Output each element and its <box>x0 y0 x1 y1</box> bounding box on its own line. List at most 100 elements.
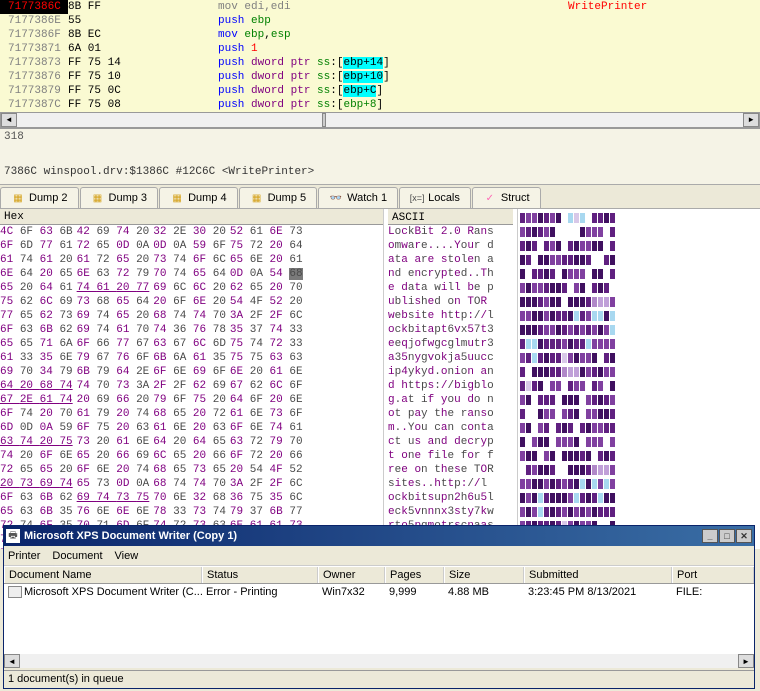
instruction: push dword ptr ss:[ebp+C] <box>218 84 568 98</box>
ascii-row[interactable]: omware....Your d <box>388 239 513 253</box>
hex-row[interactable]: 72 65 65 20 6F 6E 20 74 68 65 73 65 20 5… <box>0 463 383 477</box>
bitmap-row <box>518 239 638 253</box>
disassembly-panel: 7177386C8B FFmov edi,ediWritePrinter7177… <box>0 0 760 129</box>
hex-row[interactable]: 6E 64 20 65 6E 63 72 79 70 74 65 64 0D 0… <box>0 267 383 281</box>
hex-row[interactable]: 6F 63 6B 62 69 74 61 70 74 36 76 78 35 3… <box>0 323 383 337</box>
hex-row[interactable]: 77 65 62 73 69 74 65 20 68 74 74 70 3A 2… <box>0 309 383 323</box>
disasm-row[interactable]: 7177386E55push ebp <box>0 14 760 28</box>
ascii-text[interactable]: LockBit 2.0 Ransomware....Your data are … <box>388 225 513 549</box>
tab-label: Dump 5 <box>268 192 307 204</box>
bitmap-row <box>518 253 638 267</box>
ascii-row[interactable]: ockbitsupn2h6u5l <box>388 491 513 505</box>
col-submitted[interactable]: Submitted <box>524 567 672 583</box>
address: 71773876 <box>0 70 68 84</box>
hex-row[interactable]: 6D 0D 0A 59 6F 75 20 63 61 6E 20 63 6F 6… <box>0 421 383 435</box>
ascii-row[interactable]: m..You can conta <box>388 421 513 435</box>
ascii-row[interactable]: website http://l <box>388 309 513 323</box>
minimize-button[interactable]: _ <box>702 529 718 543</box>
hex-row[interactable]: 64 20 68 74 74 70 73 3A 2F 2F 62 69 67 6… <box>0 379 383 393</box>
job-list[interactable]: Microsoft XPS Document Writer (C... Erro… <box>4 584 754 654</box>
ascii-row[interactable]: ockbitapt6vx57t3 <box>388 323 513 337</box>
menu-view[interactable]: View <box>115 550 139 562</box>
col-document-name[interactable]: Document Name <box>4 567 202 583</box>
scroll-left-icon[interactable]: ◄ <box>1 113 17 127</box>
ascii-row[interactable]: ree on these TOR <box>388 463 513 477</box>
print-job-row[interactable]: Microsoft XPS Document Writer (C... Erro… <box>4 584 754 600</box>
ascii-row[interactable]: ublished on TOR <box>388 295 513 309</box>
hex-bytes[interactable]: 4C 6F 63 6B 42 69 74 20 32 2E 30 20 52 6… <box>0 225 383 549</box>
disasm-row[interactable]: 7177386C8B FFmov edi,ediWritePrinter <box>0 0 760 14</box>
bitmap-row <box>518 393 638 407</box>
job-list-scrollbar[interactable]: ◄ ► <box>4 654 754 670</box>
ascii-column-header: ASCII <box>388 209 513 225</box>
ascii-row[interactable]: ata are stolen a <box>388 253 513 267</box>
locals-icon: [x=] <box>410 191 424 205</box>
symbol-label: WritePrinter <box>568 0 760 14</box>
hex-row[interactable]: 61 74 61 20 61 72 65 20 73 74 6F 6C 65 6… <box>0 253 383 267</box>
hex-row[interactable]: 4C 6F 63 6B 42 69 74 20 32 2E 30 20 52 6… <box>0 225 383 239</box>
tab-dump-2[interactable]: ▦Dump 2 <box>0 187 79 208</box>
ascii-row[interactable]: ip4ykyd.onion an <box>388 365 513 379</box>
maximize-button[interactable]: □ <box>719 529 735 543</box>
scroll-right-icon[interactable]: ► <box>743 113 759 127</box>
tab-locals[interactable]: [x=]Locals <box>399 187 471 208</box>
hex-row[interactable]: 61 33 35 6E 79 67 76 6F 6B 6A 61 35 75 7… <box>0 351 383 365</box>
tab-struct[interactable]: ✓Struct <box>472 187 541 208</box>
scroll-thumb[interactable] <box>322 113 326 127</box>
titlebar[interactable]: 🖶 Microsoft XPS Document Writer (Copy 1)… <box>4 526 754 546</box>
tab-dump-5[interactable]: ▦Dump 5 <box>239 187 318 208</box>
hex-row[interactable]: 65 63 6B 35 76 6E 6E 6E 78 33 73 74 79 3… <box>0 505 383 519</box>
hex-row[interactable]: 20 73 69 74 65 73 0D 0A 68 74 74 70 3A 2… <box>0 477 383 491</box>
address: 7177386C <box>0 0 68 14</box>
hex-row[interactable]: 69 70 34 79 6B 79 64 2E 6F 6E 69 6F 6E 2… <box>0 365 383 379</box>
col-size[interactable]: Size <box>444 567 524 583</box>
disasm-row[interactable]: 7177386F8B ECmov ebp,esp <box>0 28 760 42</box>
disasm-row[interactable]: 7177387CFF 75 08push dword ptr ss:[ebp+8… <box>0 98 760 112</box>
ascii-row[interactable]: ot pay the ranso <box>388 407 513 421</box>
hex-row[interactable]: 75 62 6C 69 73 68 65 64 20 6F 6E 20 54 4… <box>0 295 383 309</box>
bitmap-row <box>518 505 638 519</box>
instruction: push dword ptr ss:[ebp+10] <box>218 70 568 84</box>
opcode-bytes: 55 <box>68 14 218 28</box>
hex-row[interactable]: 63 74 20 75 73 20 61 6E 64 20 64 65 63 7… <box>0 435 383 449</box>
ascii-row[interactable]: sites..http://l <box>388 477 513 491</box>
col-owner[interactable]: Owner <box>318 567 385 583</box>
ascii-row[interactable]: nd encrypted..Th <box>388 267 513 281</box>
tab-dump-4[interactable]: ▦Dump 4 <box>159 187 238 208</box>
address: 7177387C <box>0 98 68 112</box>
tab-watch-1[interactable]: 👓Watch 1 <box>318 187 398 208</box>
ascii-row[interactable]: LockBit 2.0 Rans <box>388 225 513 239</box>
struct-icon: ✓ <box>483 191 497 205</box>
disasm-row[interactable]: 71773873FF 75 14push dword ptr ss:[ebp+1… <box>0 56 760 70</box>
col-pages[interactable]: Pages <box>385 567 444 583</box>
scroll-right-icon[interactable]: ► <box>738 654 754 668</box>
hex-row[interactable]: 74 20 6F 6E 65 20 66 69 6C 65 20 66 6F 7… <box>0 449 383 463</box>
disasm-row[interactable]: 71773879FF 75 0Cpush dword ptr ss:[ebp+C… <box>0 84 760 98</box>
hex-row[interactable]: 67 2E 61 74 20 69 66 20 79 6F 75 20 64 6… <box>0 393 383 407</box>
opcode-bytes: 8B EC <box>68 28 218 42</box>
disasm-scrollbar[interactable]: ◄ ► <box>0 112 760 128</box>
hex-row[interactable]: 65 20 64 61 74 61 20 77 69 6C 6C 20 62 6… <box>0 281 383 295</box>
menu-document[interactable]: Document <box>52 550 102 562</box>
scroll-left-icon[interactable]: ◄ <box>4 654 20 668</box>
disasm-row[interactable]: 717738716A 01push 1 <box>0 42 760 56</box>
ascii-row[interactable]: t one file for f <box>388 449 513 463</box>
tab-dump-3[interactable]: ▦Dump 3 <box>80 187 159 208</box>
ascii-row[interactable]: g.at if you do n <box>388 393 513 407</box>
hex-row[interactable]: 65 65 71 6A 6F 66 77 67 63 67 6C 6D 75 7… <box>0 337 383 351</box>
ascii-row[interactable]: ct us and decryp <box>388 435 513 449</box>
ascii-row[interactable]: e data will be p <box>388 281 513 295</box>
hex-row[interactable]: 6F 6D 77 61 72 65 0D 0A 0D 0A 59 6F 75 7… <box>0 239 383 253</box>
menu-printer[interactable]: Printer <box>8 550 40 562</box>
ascii-row[interactable]: eeqjofwgcglmutr3 <box>388 337 513 351</box>
ascii-row[interactable]: a35nygvokja5uucc <box>388 351 513 365</box>
column-headers[interactable]: Document Name Status Owner Pages Size Su… <box>4 566 754 584</box>
close-button[interactable]: ✕ <box>736 529 752 543</box>
ascii-row[interactable]: d https://bigblo <box>388 379 513 393</box>
col-port[interactable]: Port <box>672 567 754 583</box>
disasm-row[interactable]: 71773876FF 75 10push dword ptr ss:[ebp+1… <box>0 70 760 84</box>
hex-row[interactable]: 6F 63 6B 62 69 74 73 75 70 6E 32 68 36 7… <box>0 491 383 505</box>
col-status[interactable]: Status <box>202 567 318 583</box>
hex-row[interactable]: 6F 74 20 70 61 79 20 74 68 65 20 72 61 6… <box>0 407 383 421</box>
ascii-row[interactable]: eck5vnnnx3sty7kw <box>388 505 513 519</box>
